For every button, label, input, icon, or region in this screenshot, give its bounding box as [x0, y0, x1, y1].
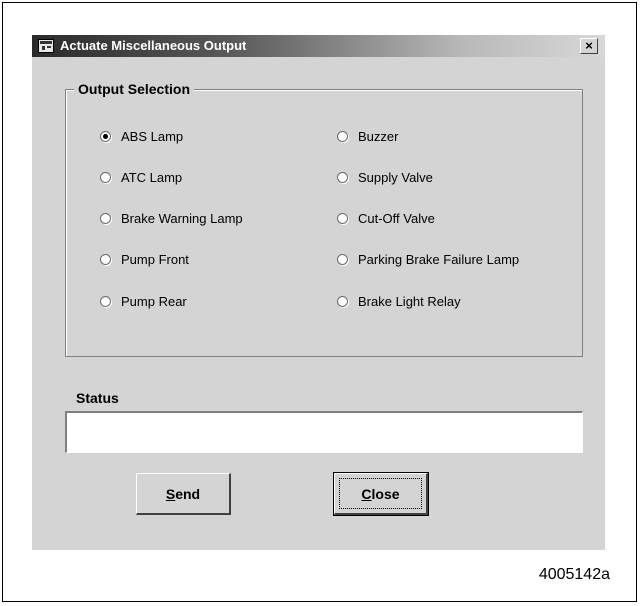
close-button[interactable]: Close: [333, 472, 429, 516]
radio-atc-lamp[interactable]: ATC Lamp: [100, 169, 182, 185]
radio-label: Parking Brake Failure Lamp: [358, 251, 520, 267]
figure-id: 4005142a: [538, 566, 610, 583]
radio-buzzer[interactable]: Buzzer: [337, 128, 398, 144]
radio-label: Brake Light Relay: [358, 293, 461, 309]
close-window-button[interactable]: ×: [580, 38, 598, 54]
radio-button-icon[interactable]: [337, 130, 348, 142]
radio-button-icon[interactable]: [100, 130, 111, 142]
radio-label: ABS Lamp: [121, 128, 184, 144]
send-mnemonic: S: [165, 485, 176, 502]
radio-button-icon[interactable]: [100, 212, 111, 224]
radio-pump-rear[interactable]: Pump Rear: [100, 293, 187, 309]
status-label: Status: [76, 390, 119, 406]
window-title: Actuate Miscellaneous Output: [60, 38, 247, 53]
radio-supply-valve[interactable]: Supply Valve: [337, 169, 433, 185]
radio-label: Buzzer: [358, 128, 399, 144]
radio-label: ATC Lamp: [121, 169, 183, 185]
radio-button-icon[interactable]: [337, 253, 348, 265]
send-button[interactable]: Send: [136, 473, 231, 515]
radio-button-icon[interactable]: [100, 171, 111, 183]
radio-button-icon[interactable]: [337, 295, 348, 307]
application-icon: [38, 39, 54, 53]
focus-rectangle: [339, 478, 422, 509]
radio-cut-off-valve[interactable]: Cut-Off Valve: [337, 210, 435, 226]
radio-button-icon[interactable]: [337, 171, 348, 183]
radio-label: Brake Warning Lamp: [121, 210, 243, 226]
radio-pump-front[interactable]: Pump Front: [100, 251, 189, 267]
radio-label: Pump Front: [121, 251, 189, 267]
radio-brake-light-relay[interactable]: Brake Light Relay: [337, 293, 461, 309]
send-label: end: [175, 485, 201, 502]
radio-button-icon[interactable]: [100, 295, 111, 307]
status-field[interactable]: [65, 411, 583, 453]
title-bar[interactable]: Actuate Miscellaneous Output ×: [32, 35, 605, 57]
radio-label: Cut-Off Valve: [358, 210, 435, 226]
close-icon: ×: [585, 38, 593, 53]
radio-label: Pump Rear: [121, 293, 187, 309]
radio-brake-warning-lamp[interactable]: Brake Warning Lamp: [100, 210, 243, 226]
radio-button-icon[interactable]: [337, 212, 348, 224]
radio-button-icon[interactable]: [100, 253, 111, 265]
output-selection-label: Output Selection: [74, 80, 194, 98]
radio-label: Supply Valve: [358, 169, 433, 185]
dialog-window: Actuate Miscellaneous Output × Output Se…: [32, 35, 605, 550]
radio-abs-lamp[interactable]: ABS Lamp: [100, 128, 183, 144]
radio-parking-brake-failure-lamp[interactable]: Parking Brake Failure Lamp: [337, 251, 519, 267]
